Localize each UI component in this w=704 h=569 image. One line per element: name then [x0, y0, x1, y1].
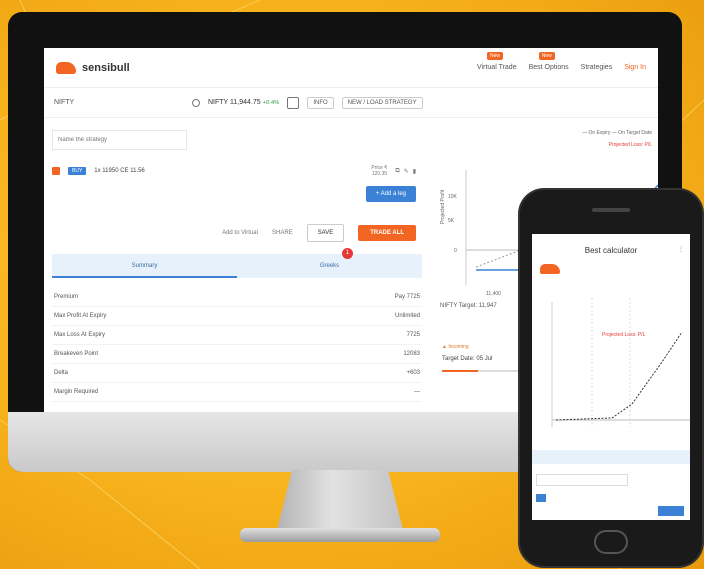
tabs-bar: Summary Greeks 1 — [52, 248, 422, 278]
phone-title: Best calculator — [584, 246, 638, 255]
bull-logo-icon — [56, 61, 76, 74]
mobile-phone: Best calculator ⋮ Projected Loss: P/L — [520, 190, 702, 566]
notification-badge: 1 — [342, 248, 353, 259]
phone-tabs[interactable] — [532, 450, 690, 464]
search-row: NIFTY 11,944.75 +0.4% INFO NEW / LOAD ST… — [44, 88, 658, 118]
y-tick: 10K — [448, 194, 458, 200]
graph-legend: — On Expiry — On Target Date — [582, 130, 652, 136]
home-button[interactable] — [594, 530, 628, 554]
y-tick: 0 — [454, 248, 457, 254]
buy-badge[interactable]: BUY — [68, 167, 87, 175]
phone-leg-row — [536, 494, 546, 502]
summary-row: Delta +603 — [52, 364, 422, 383]
ticker-price: NIFTY 11,944.75 +0.4% — [208, 99, 280, 106]
leg-checkbox[interactable] — [52, 167, 60, 175]
delete-icon[interactable]: ▮ — [413, 168, 416, 175]
add-to-virtual-link[interactable]: Add to Virtual — [222, 230, 258, 236]
phone-add-leg-button[interactable] — [658, 506, 684, 516]
phone-loss-label: Projected Loss: P/L — [602, 332, 646, 338]
top-nav: New Virtual Trade New Best Options Strat… — [477, 52, 646, 71]
trade-all-button[interactable]: TRADE ALL — [358, 225, 416, 241]
x-tick: 11,400 — [486, 291, 501, 297]
save-button[interactable]: SAVE — [306, 224, 345, 242]
summary-row: Margin Required — — [52, 383, 422, 402]
nav-item-strategies[interactable]: Strategies — [581, 64, 613, 71]
buy-badge[interactable] — [536, 494, 546, 502]
phone-payoff-graph — [551, 298, 690, 427]
phone-payoff-line — [555, 331, 683, 421]
search-icon[interactable] — [192, 98, 200, 107]
monitor-base — [240, 528, 440, 542]
projected-loss-label: Projected Loss: P/L — [608, 142, 652, 148]
new-badge: New — [487, 52, 504, 60]
new-load-strategy-button[interactable]: NEW / LOAD STRATEGY — [341, 96, 423, 109]
action-row: Add to Virtual SHARE SAVE TRADE ALL — [222, 224, 416, 242]
summary-row: Premium Pay 7725 — [52, 288, 422, 307]
slider-fill — [442, 370, 478, 372]
summary-row: Max Profit At Expiry Unlimited — [52, 307, 422, 326]
share-link[interactable]: SHARE — [272, 230, 293, 236]
phone-speaker — [592, 208, 630, 212]
chart-icon[interactable] — [287, 96, 300, 109]
info-button[interactable]: INFO — [307, 96, 334, 109]
strategy-panel: BUY 1x 11950 CE 11.56 Price ₹120.35 ⧉ ✎ … — [44, 120, 424, 426]
graph-ylabel: Projected Profit — [440, 189, 446, 224]
target-label: NIFTY Target: 11,947 — [440, 303, 497, 309]
leg-text: 1x 11950 CE 11.56 — [94, 168, 145, 174]
leg-price: Price ₹120.35 — [371, 165, 388, 177]
copy-icon[interactable]: ⧉ — [395, 168, 399, 175]
nav-item-best-options[interactable]: New Best Options — [529, 52, 569, 71]
nav-item-sign-in[interactable]: Sign In — [624, 64, 646, 71]
tab-greeks[interactable]: Greeks — [237, 254, 422, 278]
more-menu-icon[interactable]: ⋮ — [678, 246, 684, 253]
logo[interactable]: sensibull — [56, 61, 130, 74]
edit-icon[interactable]: ✎ — [404, 168, 409, 175]
tab-summary[interactable]: Summary — [52, 254, 237, 278]
summary-row: Breakeven Point 12083 — [52, 345, 422, 364]
search-input[interactable] — [54, 93, 184, 112]
nav-item-virtual-trade[interactable]: New Virtual Trade — [477, 52, 517, 71]
leg-row: BUY 1x 11950 CE 11.56 Price ₹120.35 ⧉ ✎ … — [52, 162, 416, 180]
y-tick: 5K — [448, 218, 455, 224]
bull-logo-icon — [540, 264, 560, 274]
app-topbar: sensibull New Virtual Trade New Best Opt… — [44, 48, 658, 88]
phone-screen: Best calculator ⋮ Projected Loss: P/L — [532, 234, 690, 520]
summary-row: Max Loss At Expiry 7725 — [52, 326, 422, 345]
logo-text: sensibull — [82, 61, 130, 74]
new-badge: New — [538, 52, 555, 60]
warning-label: ▲ Incoming — [442, 344, 469, 350]
strategy-name-input[interactable] — [52, 130, 187, 150]
phone-input[interactable] — [536, 474, 628, 486]
target-date-label: Target Date: 05 Jul — [442, 356, 493, 362]
add-leg-button[interactable]: + Add a leg — [365, 186, 416, 202]
summary-table: Premium Pay 7725 Max Profit At Expiry Unli… — [52, 288, 422, 402]
leg-icons: ⧉ ✎ ▮ — [395, 168, 416, 175]
